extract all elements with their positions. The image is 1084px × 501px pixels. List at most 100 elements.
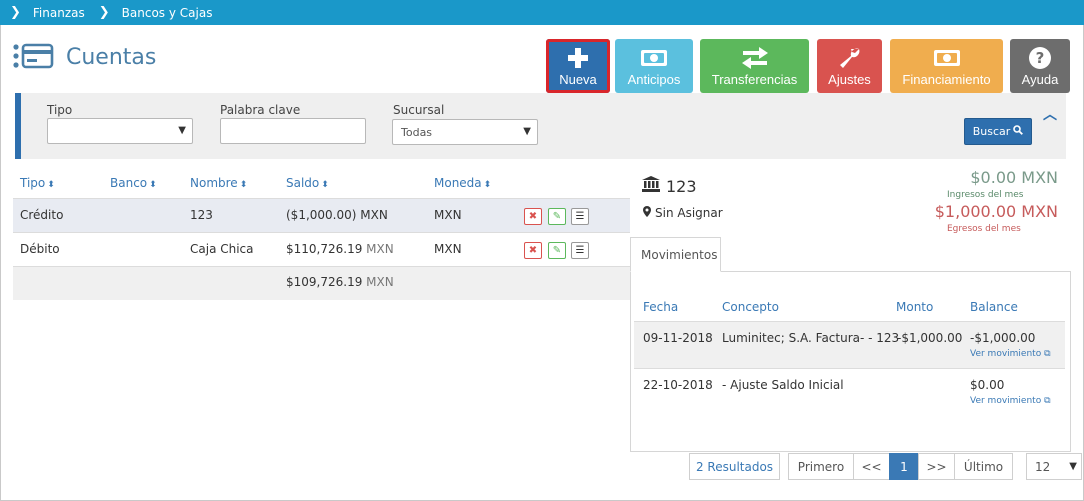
caret-down-icon: ▼ (523, 126, 531, 137)
breadcrumb-finanzas[interactable]: Finanzas (33, 6, 85, 20)
ayuda-label: Ayuda (1021, 72, 1059, 87)
pagination-last[interactable]: Último (954, 453, 1013, 480)
total-amount: $109,726.19 (286, 275, 363, 289)
breadcrumb: ❯ Finanzas ❯ Bancos y Cajas (0, 0, 1084, 25)
ver-movimiento-link[interactable]: Ver movimiento ⧉ (970, 349, 1051, 359)
account-name-text: 123 (666, 176, 697, 196)
chevron-right-icon: ❯ (98, 5, 110, 20)
account-name: 123 (642, 176, 697, 196)
movements-header-concepto: Concepto (722, 300, 779, 314)
pagination-first[interactable]: Primero (788, 453, 854, 480)
chevron-right-icon: ❯ (10, 5, 21, 20)
ayuda-button[interactable]: ? Ayuda (1010, 39, 1070, 93)
delete-icon[interactable]: ✖ (524, 242, 542, 259)
card-list-icon (12, 42, 54, 73)
cell-nombre: Caja Chica (190, 242, 254, 256)
nueva-label: Nueva (559, 72, 597, 87)
ver-movimiento-link[interactable]: Ver movimiento ⧉ (970, 396, 1051, 406)
movements-header-balance: Balance (970, 300, 1018, 314)
plus-icon (567, 43, 589, 72)
svg-text:?: ? (1036, 49, 1045, 67)
sort-icon: ⬍ (321, 180, 329, 190)
edit-icon[interactable]: ✎ (548, 242, 566, 259)
transferencias-label: Transferencias (711, 72, 798, 87)
column-header-moneda[interactable]: Moneda ⬍ (434, 176, 491, 190)
bank-icon (642, 176, 660, 196)
map-marker-icon (643, 206, 651, 220)
edit-icon[interactable]: ✎ (548, 208, 566, 225)
transferencias-button[interactable]: Transferencias (700, 39, 809, 93)
buscar-label: Buscar (972, 125, 1011, 138)
buscar-button[interactable]: Buscar (964, 118, 1032, 145)
cell-tipo: Crédito (20, 208, 64, 222)
page-header: Cuentas (12, 42, 156, 73)
per-page-value: 12 (1035, 459, 1051, 474)
cell-saldo: $110,726.19 MXN (286, 242, 394, 256)
palabra-clave-input[interactable] (220, 118, 366, 144)
exchange-icon (741, 43, 769, 72)
total-currency: MXN (366, 275, 394, 289)
palabra-clave-label: Palabra clave (220, 103, 301, 117)
movement-balance: $0.00 (970, 378, 1005, 392)
ingresos-label: Ingresos del mes (947, 190, 1024, 200)
total-saldo: $109,726.19 MXN (286, 275, 394, 289)
external-link-icon: ⧉ (1044, 396, 1051, 406)
ajustes-button[interactable]: Ajustes (817, 39, 882, 93)
per-page-select[interactable]: 12 ▼ (1026, 453, 1082, 480)
movements-header-fecha: Fecha (643, 300, 679, 314)
menu-icon[interactable]: ☰ (571, 208, 589, 225)
ingresos-amount: $0.00 MXN (970, 168, 1058, 187)
account-branch: Sin Asignar (643, 206, 723, 220)
cell-nombre: 123 (190, 208, 213, 222)
column-header-saldo[interactable]: Saldo ⬍ (286, 176, 329, 190)
tipo-select[interactable]: ▼ (47, 118, 193, 144)
anticipos-button[interactable]: Anticipos (615, 39, 693, 93)
sort-icon: ⬍ (483, 180, 492, 190)
pagination-page-1[interactable]: 1 (889, 453, 919, 480)
caret-down-icon: ▼ (178, 125, 186, 136)
table-row[interactable]: Crédito 123 ($1,000.00) MXN MXN ✖ ✎ ☰ (13, 198, 630, 232)
movements-header-monto: Monto (896, 300, 934, 314)
financiamiento-button[interactable]: Financiamiento (890, 39, 1003, 93)
movement-concepto: Luminitec; S.A. Factura- - 123 (722, 331, 900, 345)
egresos-label: Egresos del mes (947, 224, 1021, 234)
cell-saldo: ($1,000.00) MXN (286, 208, 388, 222)
table-total-row: $109,726.19 MXN (13, 266, 630, 300)
money-icon (933, 43, 961, 72)
delete-icon[interactable]: ✖ (524, 208, 542, 225)
anticipos-label: Anticipos (627, 72, 681, 87)
results-count: 2 Resultados (689, 453, 780, 480)
cell-tipo: Débito (20, 242, 60, 256)
saldo-currency: MXN (366, 242, 394, 256)
breadcrumb-bancos-y-cajas[interactable]: Bancos y Cajas (122, 6, 213, 20)
account-branch-text: Sin Asignar (655, 206, 723, 220)
sort-icon: ⬍ (149, 180, 157, 190)
search-icon (1013, 125, 1024, 138)
movement-row: 09-11-2018 Luminitec; S.A. Factura- - 12… (634, 321, 1065, 368)
sucursal-value: Todas (401, 125, 433, 139)
movement-monto: -$1,000.00 (897, 331, 963, 345)
movement-fecha: 09-11-2018 (643, 331, 713, 345)
cell-moneda: MXN (434, 242, 462, 256)
column-header-banco[interactable]: Banco ⬍ (110, 176, 157, 190)
money-icon (640, 43, 668, 72)
movement-balance: -$1,000.00 (970, 331, 1036, 345)
question-icon: ? (1028, 43, 1052, 72)
pagination-next[interactable]: >> (918, 453, 955, 480)
menu-icon[interactable]: ☰ (571, 242, 589, 259)
sucursal-select[interactable]: Todas ▼ (392, 119, 538, 145)
column-header-nombre[interactable]: Nombre ⬍ (190, 176, 247, 190)
collapse-chevron-up-icon[interactable]: ︿ (1043, 104, 1057, 124)
external-link-icon: ⧉ (1044, 349, 1051, 359)
egresos-amount: $1,000.00 MXN (934, 202, 1058, 221)
caret-down-icon: ▼ (1069, 461, 1077, 472)
column-header-tipo[interactable]: Tipo ⬍ (20, 176, 55, 190)
ajustes-label: Ajustes (828, 72, 871, 87)
table-row[interactable]: Débito Caja Chica $110,726.19 MXN MXN ✖ … (13, 232, 630, 266)
nueva-button[interactable]: Nueva (546, 39, 610, 93)
sort-icon: ⬍ (47, 180, 55, 190)
page-title: Cuentas (66, 45, 157, 70)
tab-movimientos[interactable]: Movimientos (630, 237, 721, 272)
wrench-icon (838, 43, 862, 72)
pagination-prev[interactable]: << (853, 453, 890, 480)
